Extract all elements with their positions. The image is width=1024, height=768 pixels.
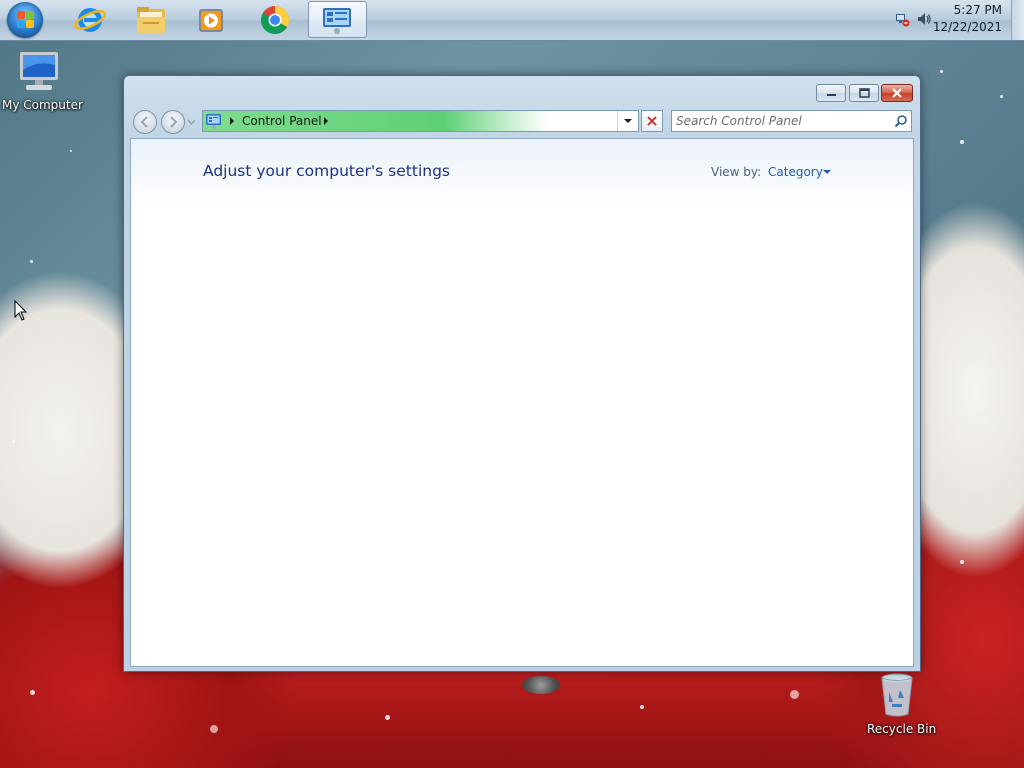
taskbar-control-panel[interactable] (308, 1, 367, 38)
snowflake (640, 705, 644, 709)
maximize-button[interactable] (849, 84, 879, 102)
computer-icon (20, 52, 58, 90)
arrow-right-icon (170, 116, 178, 128)
breadcrumb-control-panel[interactable]: Control Panel (242, 114, 322, 128)
clock-date[interactable]: 12/22/2021 (933, 20, 1002, 34)
snowflake (790, 690, 799, 699)
control-panel-window: Control Panel Adjust your computer's set… (123, 75, 921, 672)
breadcrumb-separator-icon[interactable] (229, 117, 235, 125)
close-icon (647, 116, 657, 126)
media-player-icon (199, 9, 223, 32)
file-explorer-icon (137, 7, 165, 33)
taskbar-file-explorer[interactable] (123, 1, 179, 38)
chrome-icon (261, 6, 289, 34)
control-panel-icon (323, 8, 351, 34)
taskbar-media-player[interactable] (184, 1, 240, 38)
content-pane: Adjust your computer's settings View by:… (130, 138, 914, 667)
search-box (671, 110, 912, 132)
desktop-icon-label: My Computer (2, 98, 83, 112)
snowflake (960, 140, 964, 144)
taskbar-internet-explorer[interactable] (62, 1, 118, 38)
back-button[interactable] (133, 110, 157, 134)
breadcrumb-separator-icon[interactable] (323, 117, 329, 125)
arrow-left-icon (140, 116, 148, 128)
control-panel-icon (206, 114, 221, 129)
desktop-icon-my-computer[interactable]: My Computer (0, 48, 83, 118)
snowflake (1000, 95, 1003, 98)
internet-explorer-icon (74, 8, 106, 32)
chevron-down-icon[interactable] (823, 170, 831, 174)
minimize-icon (827, 94, 836, 96)
snowflake (30, 690, 35, 695)
snowflake (210, 725, 218, 733)
snowflake (385, 715, 390, 720)
network-icon[interactable] (894, 11, 910, 27)
chevron-down-icon (624, 119, 632, 123)
view-by-dropdown[interactable]: Category (768, 165, 823, 179)
show-desktop-button[interactable] (1011, 0, 1024, 40)
snowflake (70, 150, 72, 152)
desktop-icon-label: Recycle Bin (867, 722, 937, 736)
restore-icon (859, 88, 870, 98)
snowflake (12, 440, 15, 443)
recent-pages-dropdown-icon[interactable] (187, 118, 196, 126)
volume-icon[interactable] (916, 11, 932, 27)
desktop-icon-recycle-bin[interactable]: Recycle Bin (860, 672, 940, 742)
forward-button[interactable] (161, 110, 185, 134)
snowflake (960, 560, 964, 564)
search-input[interactable] (676, 112, 886, 130)
mouse-cursor-icon (14, 300, 28, 321)
clock-time[interactable]: 5:27 PM (954, 3, 1002, 17)
stop-button[interactable] (641, 110, 663, 132)
close-button[interactable] (881, 84, 913, 102)
start-button[interactable] (7, 2, 43, 38)
snowflake (940, 70, 943, 73)
taskbar-chrome[interactable] (246, 1, 302, 38)
search-icon[interactable] (894, 114, 908, 128)
address-history-dropdown[interactable] (617, 111, 638, 131)
address-bar[interactable]: Control Panel (202, 110, 639, 132)
recycle-bin-icon (881, 673, 913, 717)
coat-button (522, 676, 560, 694)
windows-logo-icon (17, 11, 25, 19)
page-title: Adjust your computer's settings (203, 162, 450, 180)
taskbar: 5:27 PM 12/22/2021 (0, 0, 1024, 41)
view-by-label: View by: (711, 165, 762, 179)
system-tray: 5:27 PM 12/22/2021 (884, 0, 1024, 40)
minimize-button[interactable] (816, 84, 846, 102)
close-icon (892, 88, 902, 98)
snowflake (30, 260, 33, 263)
